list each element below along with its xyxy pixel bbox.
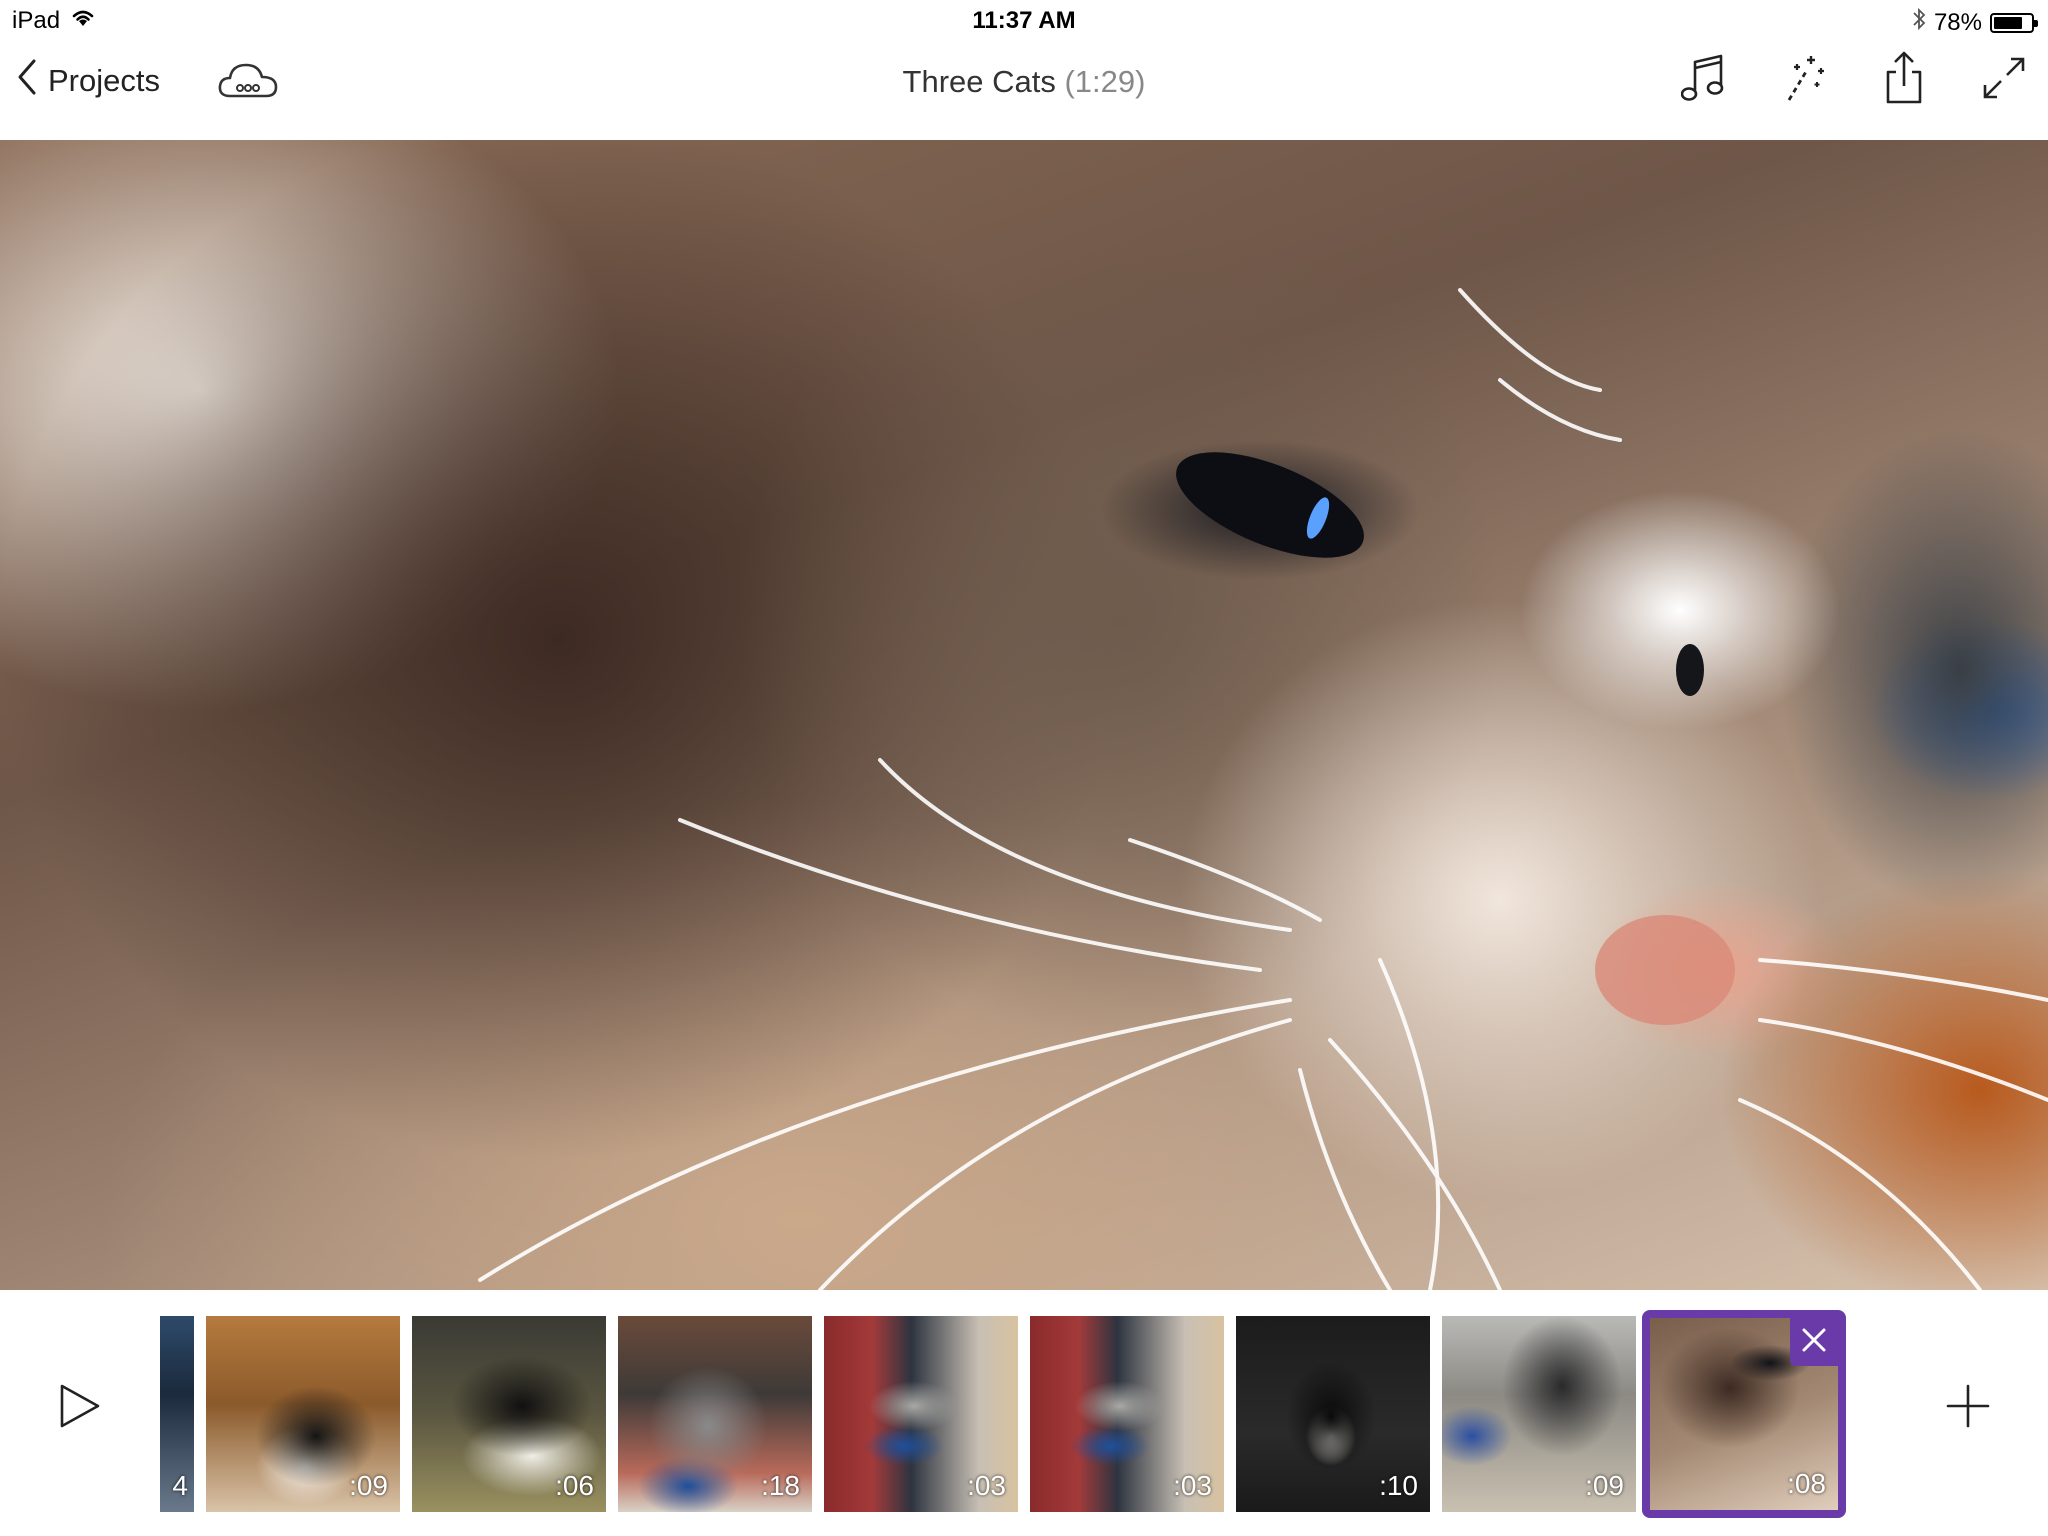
play-icon bbox=[52, 1384, 108, 1438]
clip-thumbnail[interactable]: 4 bbox=[160, 1316, 194, 1512]
battery-icon bbox=[1990, 12, 2038, 33]
cat-photo bbox=[478, 288, 2048, 1290]
clip-duration: :18 bbox=[761, 1470, 800, 1501]
clip-duration: 4 bbox=[172, 1470, 188, 1501]
project-name: Three Cats bbox=[902, 64, 1056, 99]
plus-icon bbox=[1940, 1384, 1996, 1438]
clip-duration: :03 bbox=[967, 1470, 1006, 1501]
share-button[interactable] bbox=[1876, 50, 1932, 110]
theme-button[interactable] bbox=[1776, 50, 1832, 110]
play-button[interactable] bbox=[52, 1378, 108, 1434]
nav-bar: Projects Three Cats (1:29) bbox=[0, 40, 2048, 140]
timeline: 4 :09 :06 :18 :03 :03 :10 :09:08 bbox=[0, 1290, 2048, 1536]
battery-fill bbox=[1994, 16, 2023, 29]
clip-duration: :09 bbox=[1585, 1470, 1624, 1501]
clip-thumbnail-selected[interactable]: :08 bbox=[1642, 1310, 1846, 1518]
music-note-icon bbox=[1680, 52, 1727, 109]
video-preview[interactable] bbox=[0, 140, 2048, 1290]
remove-clip-button[interactable] bbox=[1790, 1318, 1838, 1366]
bluetooth-icon bbox=[1912, 7, 1926, 38]
soundtrack-button[interactable] bbox=[1676, 50, 1732, 110]
clip-duration: :10 bbox=[1379, 1470, 1418, 1501]
clip-thumbnail[interactable]: :09 bbox=[206, 1316, 400, 1512]
add-clip-button[interactable] bbox=[1940, 1378, 1996, 1434]
clip-duration: :09 bbox=[349, 1470, 388, 1501]
nav-actions bbox=[1676, 50, 2032, 110]
clip-duration: :03 bbox=[1173, 1470, 1212, 1501]
clip-thumbnail[interactable]: :03 bbox=[824, 1316, 1018, 1512]
status-right: 78% bbox=[1912, 7, 2038, 38]
clip-strip: 4 :09 :06 :18 :03 :03 :10 :09:08 bbox=[160, 1310, 1850, 1518]
clip-thumbnail[interactable]: :10 bbox=[1236, 1316, 1430, 1512]
clip-thumbnail[interactable]: :03 bbox=[1030, 1316, 1224, 1512]
clip-duration: :08 bbox=[1787, 1468, 1826, 1499]
clip-thumbnail[interactable]: :18 bbox=[618, 1316, 812, 1512]
close-icon bbox=[1800, 1326, 1828, 1359]
fullscreen-icon bbox=[1981, 55, 2027, 106]
magic-wand-icon bbox=[1781, 52, 1827, 109]
project-duration: (1:29) bbox=[1064, 64, 1146, 99]
clip-thumbnail[interactable]: :06 bbox=[412, 1316, 606, 1512]
fullscreen-button[interactable] bbox=[1976, 50, 2032, 110]
status-bar: iPad 11:37 AM 78% bbox=[0, 0, 2048, 40]
clip-duration: :06 bbox=[555, 1470, 594, 1501]
status-time: 11:37 AM bbox=[972, 7, 1076, 34]
clip-thumbnail[interactable]: :09 bbox=[1442, 1316, 1636, 1512]
share-icon bbox=[1884, 50, 1924, 111]
battery-percent: 78% bbox=[1933, 8, 1982, 36]
